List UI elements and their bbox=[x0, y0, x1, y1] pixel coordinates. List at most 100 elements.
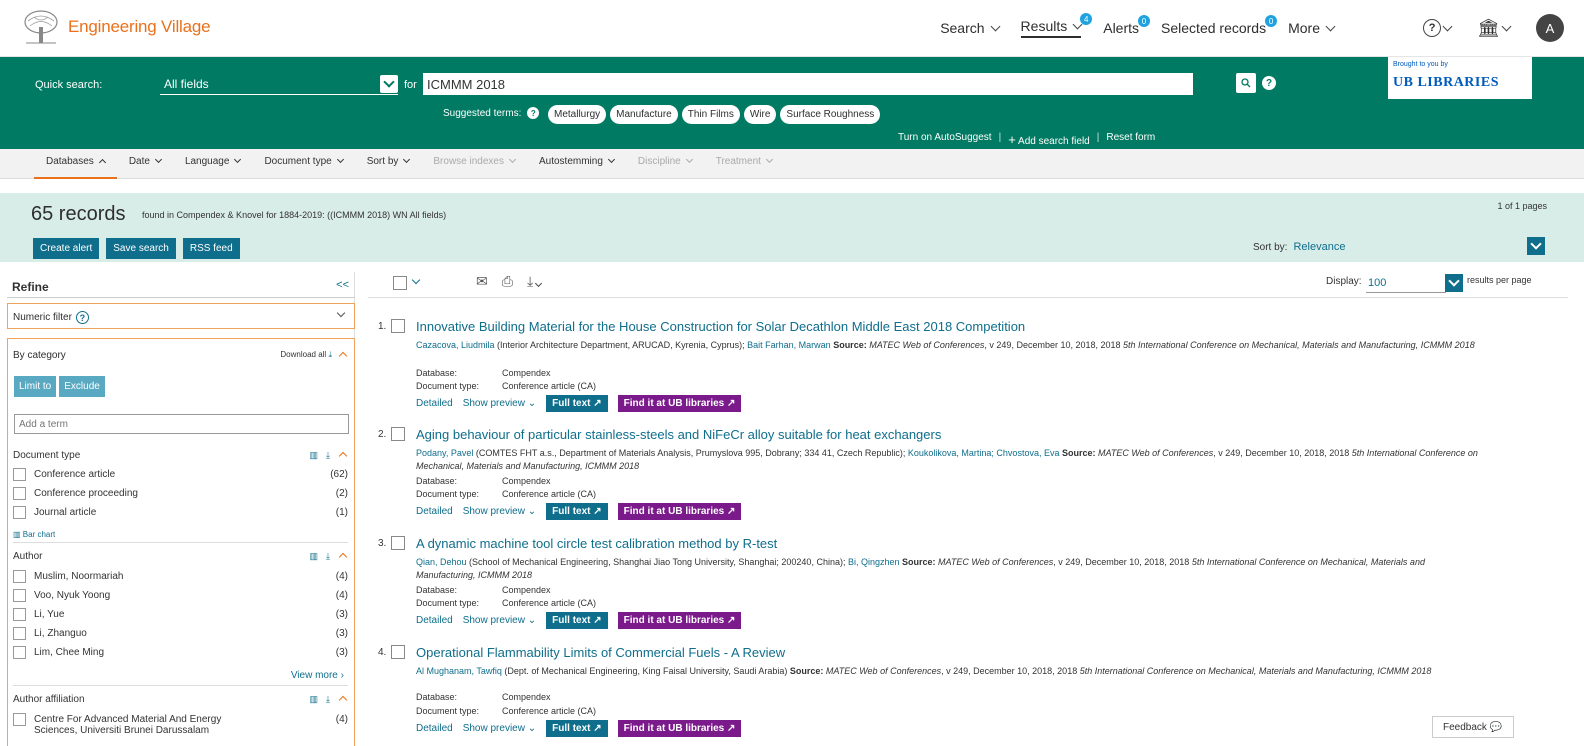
full-text-button[interactable]: Full text ↗ bbox=[546, 503, 608, 520]
exclude-button[interactable]: Exclude bbox=[59, 376, 105, 397]
detailed-link[interactable]: Detailed bbox=[416, 723, 453, 734]
print-icon[interactable]: ⎙ bbox=[502, 273, 513, 290]
checkbox[interactable] bbox=[13, 627, 26, 640]
suggested-term[interactable]: Thin Films bbox=[681, 105, 740, 124]
avatar[interactable]: A bbox=[1536, 14, 1564, 42]
tab-databases[interactable]: Databases bbox=[34, 149, 117, 179]
list-item[interactable]: Li, Yue (3) bbox=[13, 606, 348, 624]
bar-chart-icon[interactable]: ▥ bbox=[310, 694, 319, 705]
search-field-select[interactable]: All fields bbox=[160, 73, 398, 95]
author-link[interactable]: Bi, Qingzhen bbox=[848, 557, 900, 567]
suggested-term[interactable]: Metallurgy bbox=[548, 105, 607, 124]
detailed-link[interactable]: Detailed bbox=[416, 506, 453, 517]
chevron-up-icon[interactable] bbox=[338, 695, 348, 705]
tab-language[interactable]: Language bbox=[173, 149, 253, 179]
author-link[interactable]: Bait Farhan, Marwan bbox=[747, 340, 831, 350]
search-input[interactable] bbox=[423, 73, 1193, 95]
result-title[interactable]: Innovative Building Material for the Hou… bbox=[416, 319, 1025, 334]
numeric-filter[interactable]: Numeric filter? bbox=[7, 303, 355, 329]
detailed-link[interactable]: Detailed bbox=[416, 615, 453, 626]
tab-date[interactable]: Date bbox=[117, 149, 173, 179]
checkbox[interactable] bbox=[13, 570, 26, 583]
institution-menu[interactable]: 🏛 bbox=[1477, 18, 1512, 39]
author-link[interactable]: Al Mughanam, Tawfiq bbox=[416, 666, 502, 676]
result-checkbox[interactable] bbox=[391, 536, 405, 550]
list-item[interactable]: Centre For Advanced Material And Energy … bbox=[13, 711, 348, 736]
search-help-icon[interactable]: ? bbox=[1262, 76, 1276, 90]
checkbox[interactable] bbox=[13, 487, 26, 500]
collapse-sidebar-button[interactable]: << bbox=[336, 279, 349, 291]
find-it-button[interactable]: Find it at UB libraries ↗ bbox=[617, 720, 742, 737]
find-it-button[interactable]: Find it at UB libraries ↗ bbox=[617, 612, 742, 629]
help-icon[interactable]: ? bbox=[75, 311, 89, 324]
result-title[interactable]: Operational Flammability Limits of Comme… bbox=[416, 645, 785, 660]
help-menu[interactable]: ? bbox=[1423, 19, 1453, 37]
download-icon[interactable]: ⤓ bbox=[326, 450, 330, 461]
view-more-link[interactable]: View more › bbox=[291, 670, 344, 681]
nav-results[interactable]: Results 4 bbox=[1020, 13, 1093, 38]
show-preview-link[interactable]: Show preview ⌄ bbox=[463, 723, 536, 734]
show-preview-link[interactable]: Show preview ⌄ bbox=[463, 615, 536, 626]
search-button[interactable] bbox=[1236, 73, 1256, 93]
add-term-input[interactable] bbox=[14, 414, 349, 434]
tab-sort-by[interactable]: Sort by bbox=[355, 149, 422, 179]
full-text-button[interactable]: Full text ↗ bbox=[546, 395, 608, 412]
checkbox[interactable] bbox=[13, 713, 26, 726]
list-item[interactable]: Journal article (1) bbox=[13, 504, 348, 522]
save-search-button[interactable]: Save search bbox=[106, 238, 176, 259]
autosuggest-link[interactable]: Turn on AutoSuggest bbox=[898, 132, 992, 147]
checkbox[interactable] bbox=[13, 468, 26, 481]
nav-selected-records[interactable]: Selected records 0 bbox=[1161, 15, 1278, 36]
find-it-button[interactable]: Find it at UB libraries ↗ bbox=[617, 395, 742, 412]
show-preview-link[interactable]: Show preview ⌄ bbox=[463, 506, 536, 517]
chevron-up-icon[interactable] bbox=[338, 552, 348, 562]
bar-chart-icon[interactable]: ▥ bbox=[310, 551, 319, 562]
chevron-up-icon[interactable] bbox=[338, 451, 348, 461]
rss-feed-button[interactable]: RSS feed bbox=[182, 238, 240, 259]
checkbox[interactable] bbox=[13, 589, 26, 602]
list-item[interactable]: Li, Zhanguo (3) bbox=[13, 625, 348, 643]
bar-chart-icon[interactable]: ▥ bbox=[310, 450, 319, 461]
email-icon[interactable]: ✉ bbox=[476, 273, 488, 290]
tab-autostemming[interactable]: Autostemming bbox=[527, 149, 626, 179]
sort-dropdown-chevron-icon[interactable] bbox=[1527, 237, 1545, 255]
list-item[interactable]: Lim, Chee Ming (3) bbox=[13, 644, 348, 662]
checkbox[interactable] bbox=[13, 506, 26, 519]
help-icon[interactable]: ? bbox=[527, 107, 540, 119]
tab-document-type[interactable]: Document type bbox=[252, 149, 354, 179]
show-preview-link[interactable]: Show preview ⌄ bbox=[463, 398, 536, 409]
download-icon[interactable]: ⤓ bbox=[326, 694, 330, 705]
reset-form-link[interactable]: Reset form bbox=[1106, 132, 1155, 147]
suggested-term[interactable]: Surface Roughness bbox=[780, 105, 881, 124]
nav-search[interactable]: Search bbox=[940, 20, 1000, 36]
download-icon[interactable]: ⤓ bbox=[326, 551, 330, 562]
result-checkbox[interactable] bbox=[391, 427, 405, 441]
download-icon[interactable]: ⤓ bbox=[527, 273, 543, 290]
author-link[interactable]: Qian, Dehou bbox=[416, 557, 467, 567]
feedback-button[interactable]: Feedback 💬 bbox=[1432, 716, 1514, 738]
limit-to-button[interactable]: Limit to bbox=[14, 376, 57, 397]
checkbox[interactable] bbox=[13, 608, 26, 621]
nav-more[interactable]: More bbox=[1288, 20, 1336, 36]
create-alert-button[interactable]: Create alert bbox=[33, 238, 100, 259]
list-item[interactable]: Muslim, Noormariah (4) bbox=[13, 568, 348, 586]
add-search-field-link[interactable]: + Add search field bbox=[1008, 132, 1090, 147]
display-dropdown-chevron-icon[interactable] bbox=[1445, 274, 1463, 292]
sort-by[interactable]: Sort by: Relevance bbox=[1253, 241, 1345, 253]
select-all-checkbox[interactable] bbox=[393, 276, 407, 290]
suggested-term[interactable]: Manufacture bbox=[610, 105, 678, 124]
list-item[interactable]: Conference proceeding (2) bbox=[13, 485, 348, 503]
author-link[interactable]: Cazacova, Liudmila bbox=[416, 340, 495, 350]
detailed-link[interactable]: Detailed bbox=[416, 398, 453, 409]
display-select[interactable]: 100 bbox=[1366, 273, 1446, 293]
chevron-up-icon[interactable] bbox=[338, 351, 348, 361]
result-checkbox[interactable] bbox=[391, 645, 405, 659]
checkbox[interactable] bbox=[13, 646, 26, 659]
chevron-down-icon[interactable] bbox=[411, 275, 421, 285]
list-item[interactable]: Conference article (62) bbox=[13, 466, 348, 484]
author-link[interactable]: Podany, Pavel bbox=[416, 448, 473, 458]
result-checkbox[interactable] bbox=[391, 319, 405, 333]
logo[interactable]: Engineering Village bbox=[22, 9, 211, 45]
list-item[interactable]: Voo, Nyuk Yoong (4) bbox=[13, 587, 348, 605]
nav-alerts[interactable]: Alerts 0 bbox=[1103, 15, 1151, 36]
